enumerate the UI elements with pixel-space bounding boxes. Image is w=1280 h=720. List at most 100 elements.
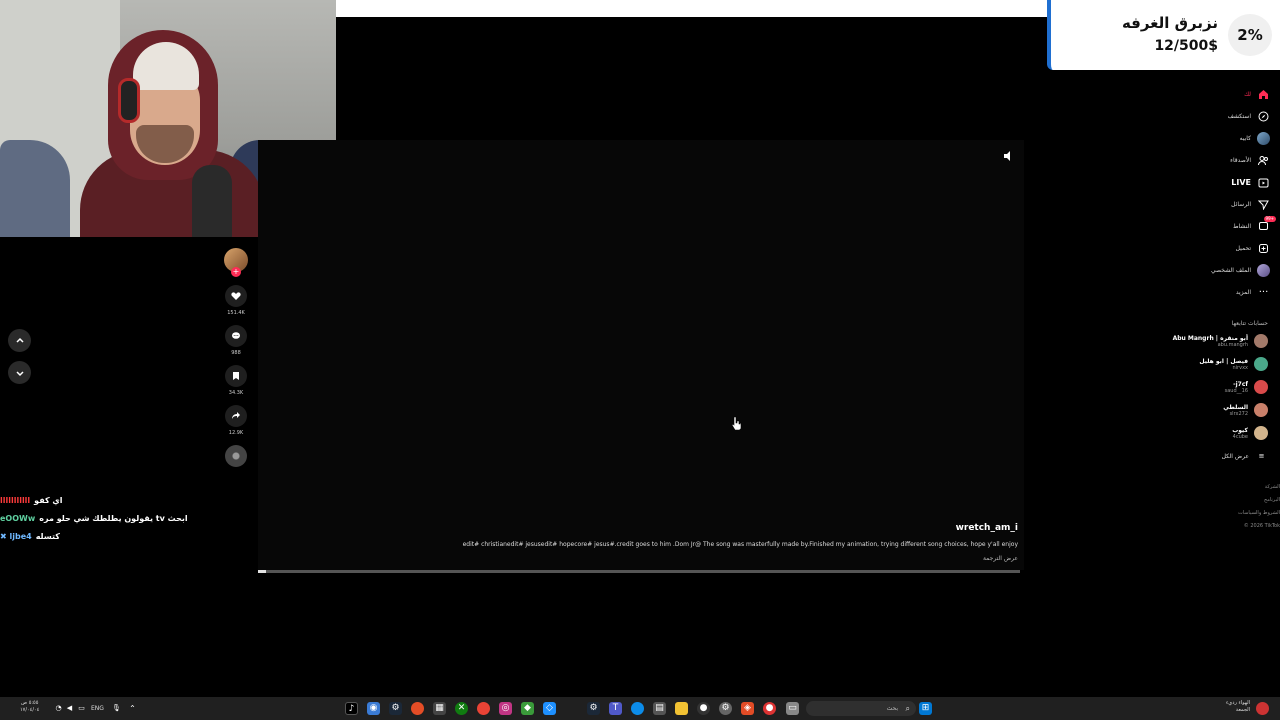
sidebar-item-explore[interactable]: استكشف (1228, 107, 1270, 125)
video-action-rail: + 151.4K 988 34.3K 12.9K (222, 248, 250, 467)
following-avatar (1254, 357, 1268, 371)
sidebar-item-label: الملف الشخصي (1211, 266, 1251, 274)
teams-icon[interactable]: T (609, 702, 622, 715)
explorer-icon[interactable]: ▭ (786, 702, 799, 715)
save-button[interactable] (225, 365, 247, 387)
following-account[interactable]: فيصل | ابو هليل nirvxx (1199, 354, 1268, 374)
music-disc-icon[interactable] (225, 445, 247, 467)
following-handle: slrx272 (1229, 410, 1248, 417)
tiktok-app-icon[interactable]: ♪ (345, 702, 358, 715)
activity-icon: 99+ (1257, 215, 1276, 233)
sidebar-item-for-you[interactable]: لك (1244, 85, 1270, 103)
microphone-icon[interactable]: 🎙 (110, 702, 123, 715)
like-count: 151.4K (227, 310, 245, 316)
comment-icon (232, 332, 240, 339)
folder-icon[interactable] (675, 702, 688, 715)
activity-badge: 99+ (1263, 215, 1276, 222)
webcam-chair (0, 140, 70, 237)
avatar-icon (1257, 131, 1270, 145)
edge-icon[interactable] (631, 702, 644, 715)
follow-plus-icon[interactable]: + (231, 267, 241, 277)
footer-link[interactable]: الشركة (1265, 484, 1280, 490)
more-icon: ··· (1258, 286, 1269, 298)
footer-link[interactable]: البرنامج (1264, 497, 1280, 503)
home-icon (1257, 88, 1270, 101)
following-handle: saud__16 (1224, 387, 1248, 394)
chat-username: eOOWw (0, 513, 36, 523)
sidebar-item-profile[interactable]: الملف الشخصي (1211, 261, 1270, 279)
following-account[interactable]: السلطي slrx272 (1223, 400, 1268, 420)
list-icon: ≡ (1258, 452, 1265, 460)
weather-widget[interactable]: الهواء رديء الجمعة (1226, 700, 1250, 714)
weather-title: الهواء رديء (1225, 700, 1250, 706)
following-account[interactable]: كيوب 4cube (1232, 423, 1268, 443)
comment-button[interactable] (225, 325, 247, 347)
compass-icon (1257, 110, 1270, 123)
following-account[interactable]: Abu Mangrh | أبو منقره abu.mangrh (1173, 331, 1268, 351)
chevron-up-icon (15, 337, 24, 343)
app-icon[interactable]: ◇ (543, 702, 556, 715)
following-handle: 4cube (1232, 433, 1248, 440)
clock-time: ٥:٥٥ ص (21, 700, 39, 706)
see-translation-link[interactable]: عرض الترجمة (983, 555, 1018, 562)
game-app-icon[interactable]: ▦ (433, 702, 446, 715)
footer-copyright: © 2026 TikTok (1243, 523, 1280, 529)
settings-icon[interactable]: ⚙ (719, 702, 732, 715)
friends-icon (1257, 154, 1270, 167)
sidebar-item-friends[interactable]: الأصدقاء (1230, 151, 1270, 169)
sidebar-item-messages[interactable]: الرسائل (1231, 195, 1270, 213)
taskbar-search[interactable]: بحث ⌕ (806, 701, 916, 716)
windows-taskbar: ٥:٥٥ ص ١٧/٠٤/٠٤ ◔ ◀ ▭ ENG 🎙 ⌃ ♪ ◉ ⚙ ▦ ✕ … (0, 697, 1280, 720)
chevron-down-icon (15, 370, 24, 376)
see-all-link[interactable]: عرض الكل ≡ (1222, 447, 1268, 465)
goal-percent: 2% (1228, 14, 1272, 56)
sidebar-item-live[interactable]: LIVE (1231, 173, 1270, 191)
volume-icon[interactable] (1003, 150, 1015, 162)
following-handle: nirvxx (1232, 364, 1249, 371)
xbox-icon[interactable]: ✕ (455, 702, 468, 715)
instagram-icon[interactable]: ◎ (499, 702, 512, 715)
windows-start-icon[interactable]: ⊞ (919, 702, 932, 715)
video-author[interactable]: wretch_am_i (956, 523, 1018, 533)
sidebar-item-activity[interactable]: النشاط 99+ (1233, 215, 1276, 235)
game-launcher-icon[interactable]: ◆ (521, 702, 534, 715)
video-progress-bar[interactable] (258, 570, 1020, 573)
previous-video-button[interactable] (8, 329, 31, 352)
like-button[interactable] (225, 285, 247, 307)
donation-goal-widget: 2% نزبرق الغرفه 12/500$ (1047, 0, 1280, 70)
steam-app-icon[interactable]: ⚙ (389, 702, 402, 715)
steam-icon[interactable]: ⚙ (587, 702, 600, 715)
calculator-icon[interactable]: ▤ (653, 702, 666, 715)
taskbar-clock[interactable]: ٥:٥٥ ص ١٧/٠٤/٠٤ (20, 700, 39, 714)
profile-icon (1257, 263, 1270, 277)
following-account[interactable]: -j7cf saud__16 (1225, 377, 1268, 397)
chevron-up-icon[interactable]: ⌃ (126, 702, 139, 715)
sidebar-item-upload[interactable]: تحميل (1236, 239, 1270, 257)
following-name: Abu Mangrh | أبو منقره (1172, 334, 1248, 342)
footer-link[interactable]: الشروط والسياسات (1238, 510, 1280, 516)
search-placeholder: بحث (886, 705, 898, 712)
record-icon[interactable]: ● (763, 702, 776, 715)
share-button[interactable] (225, 405, 247, 427)
firefox-icon[interactable] (411, 702, 424, 715)
chrome-icon[interactable] (477, 702, 490, 715)
sidebar-item-label: تحميل (1235, 244, 1251, 252)
language-indicator[interactable]: ENG (91, 697, 104, 720)
next-video-button[interactable] (8, 361, 31, 384)
chat-line: ✖ ljbe4 كتسله (0, 527, 260, 545)
goal-title: نزبرق الغرفه (1121, 14, 1218, 32)
see-all-label: عرض الكل (1221, 452, 1249, 460)
video-player[interactable] (258, 140, 1024, 570)
sidebar-item-more[interactable]: المزيد ··· (1236, 283, 1270, 301)
chat-message: اي كفو (34, 495, 63, 505)
obs-icon[interactable]: ● (697, 702, 710, 715)
sidebar-item-label: LIVE (1231, 177, 1251, 187)
sidebar-item-label: الرسائل (1231, 200, 1251, 208)
following-name: -j7cf (1233, 380, 1248, 388)
sidebar-item-account[interactable]: كابيه (1240, 129, 1270, 147)
app-icon[interactable]: ◈ (741, 702, 754, 715)
hand-cursor-icon (730, 416, 742, 431)
battery-icon[interactable]: ▭ (75, 702, 88, 715)
following-name: كيوب (1232, 426, 1248, 434)
browser-app-icon[interactable]: ◉ (367, 702, 380, 715)
